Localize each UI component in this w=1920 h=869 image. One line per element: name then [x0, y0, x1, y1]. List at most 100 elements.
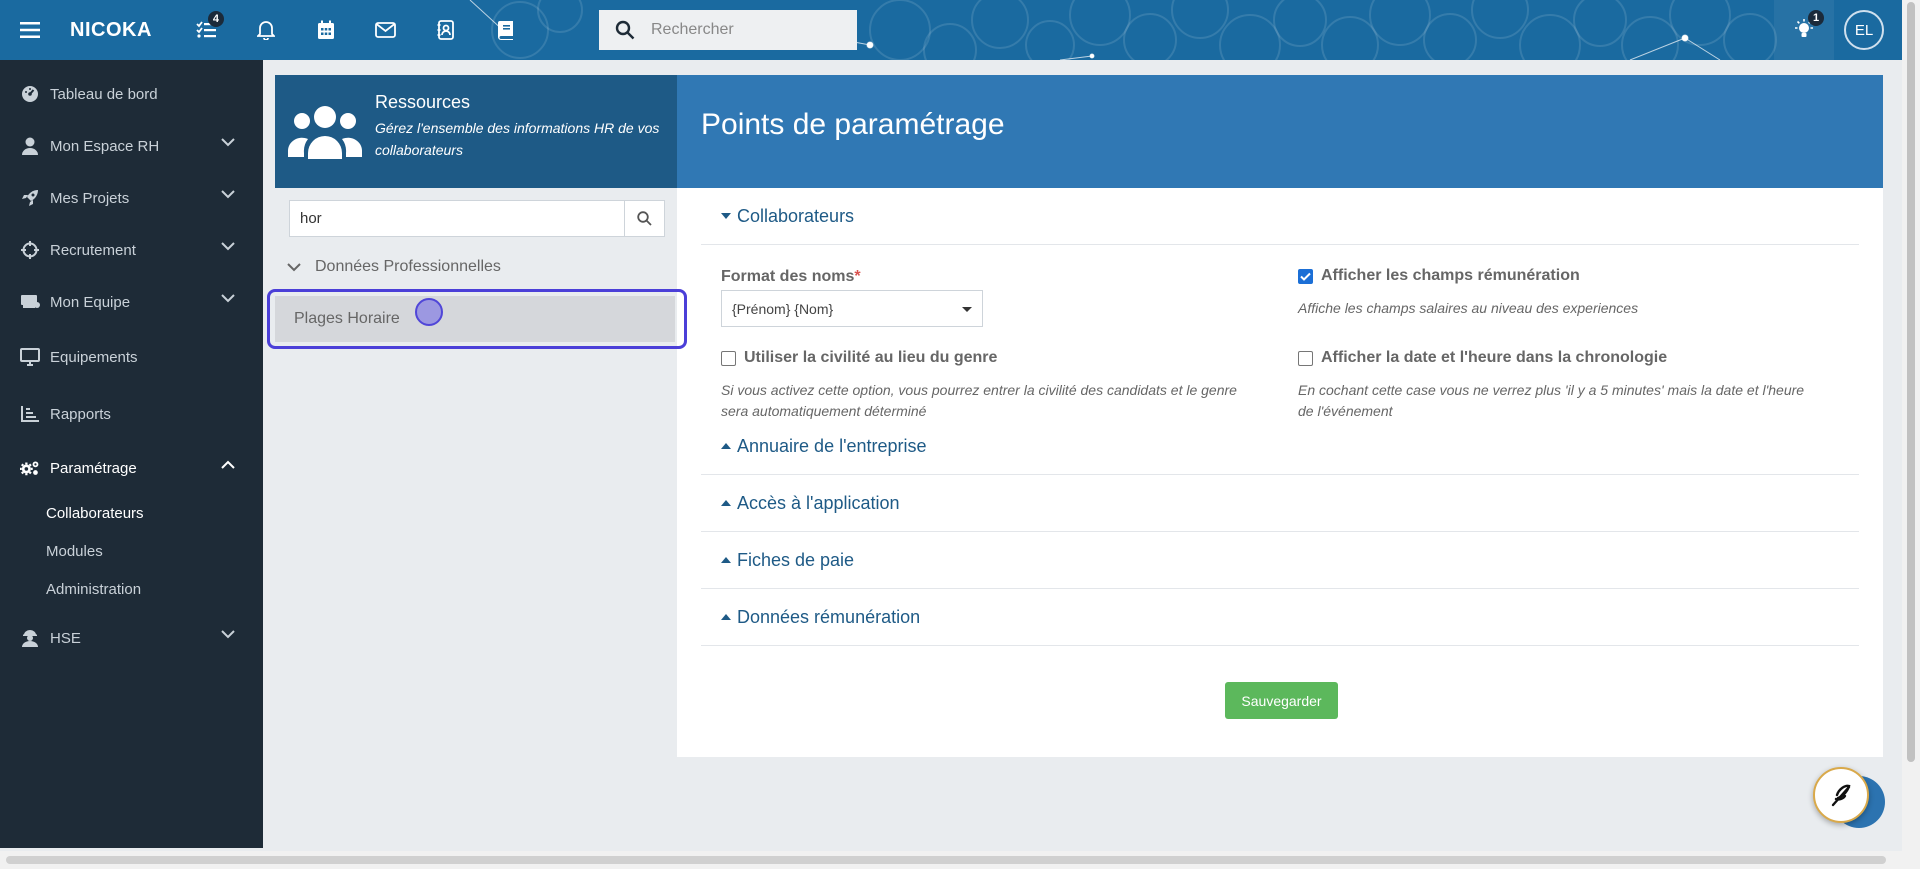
global-search[interactable] — [599, 10, 857, 50]
sidebar-subitem-administration[interactable]: Administration — [0, 570, 263, 608]
global-search-input[interactable] — [651, 21, 831, 39]
caret-up-icon — [721, 557, 731, 563]
page-header: Points de paramétrage — [677, 75, 1883, 188]
sidebar-item-mon-espace-rh[interactable]: Mon Espace RH — [0, 120, 263, 172]
section-collaborateurs[interactable]: Collaborateurs — [701, 188, 1859, 245]
save-button[interactable]: Sauvegarder — [1225, 682, 1338, 719]
chart-icon — [21, 406, 39, 422]
chevron-down-icon — [221, 294, 235, 303]
sidebar-item-label: HSE — [50, 629, 81, 647]
user-avatar[interactable]: EL — [1844, 10, 1884, 50]
caret-down-icon — [721, 213, 731, 219]
civilite-help: Si vous activez cette option, vous pourr… — [721, 382, 1237, 419]
caret-up-icon — [721, 500, 731, 506]
team-icon — [21, 295, 40, 308]
remuneration-checkbox[interactable] — [1298, 268, 1313, 284]
calendar-icon — [317, 20, 334, 39]
sidebar-item-mon-equipe[interactable]: Mon Equipe — [0, 276, 263, 328]
settings-panel: Collaborateurs Format des noms* {Prénom}… — [677, 188, 1883, 757]
top-bar: NICOKA 4 1 EL — [0, 0, 1902, 60]
tips-button[interactable]: 1 — [1774, 0, 1834, 60]
section-acces[interactable]: Accès à l'application — [701, 475, 1859, 532]
sidebar-subitem-modules[interactable]: Modules — [0, 532, 263, 570]
tips-badge: 1 — [1808, 10, 1824, 26]
section-donnees-remuneration[interactable]: Données rémunération — [701, 589, 1859, 646]
sidebar-item-tableau-de-bord[interactable]: Tableau de bord — [0, 68, 263, 120]
hamburger-icon — [20, 22, 40, 38]
user-icon — [22, 137, 38, 155]
notifications-button[interactable] — [236, 0, 296, 60]
envelope-icon — [375, 22, 397, 38]
sidebar-item-label: Tableau de bord — [50, 85, 158, 103]
vertical-scrollbar[interactable] — [1902, 0, 1920, 869]
calendar-button[interactable] — [296, 0, 356, 60]
section-label: Fiches de paie — [737, 549, 855, 570]
chevron-up-icon — [221, 460, 235, 469]
horizontal-scrollbar[interactable] — [0, 851, 1902, 869]
cogs-icon — [20, 461, 39, 476]
section-annuaire[interactable]: Annuaire de l'entreprise — [701, 418, 1859, 475]
format-label: Format des noms* — [721, 268, 861, 286]
highlight-outline — [267, 289, 687, 349]
tasks-button[interactable]: 4 — [176, 0, 236, 60]
caret-up-icon — [721, 443, 731, 449]
caret-down-icon — [962, 307, 972, 312]
caret-up-icon — [721, 614, 731, 620]
search-icon — [637, 211, 652, 226]
horizontal-scroll-thumb[interactable] — [6, 856, 1886, 864]
address-book-icon — [437, 20, 454, 40]
checkmark-icon — [1300, 272, 1311, 281]
chevron-down-icon — [221, 242, 235, 251]
chevron-down-icon — [221, 190, 235, 199]
date-option[interactable]: Afficher la date et l'heure dans la chro… — [1298, 349, 1667, 367]
sidebar-item-mes-projets[interactable]: Mes Projets — [0, 172, 263, 224]
sidebar-item-label: Mon Espace RH — [50, 137, 160, 155]
section-label: Données rémunération — [737, 606, 921, 627]
remuneration-label: Afficher les champs rémunération — [1321, 267, 1580, 284]
format-select-value: {Prénom} {Nom} — [732, 300, 834, 317]
resources-title: Ressources — [375, 92, 471, 112]
settings-search-button[interactable] — [624, 201, 664, 236]
format-select[interactable]: {Prénom} {Nom} — [721, 290, 983, 327]
crosshair-icon — [21, 241, 39, 259]
book-icon — [497, 21, 513, 40]
content-card: Ressources Gérez l'ensemble des informat… — [275, 75, 1883, 757]
bell-icon — [256, 21, 275, 40]
required-mark: * — [854, 268, 861, 285]
sidebar-item-label: Paramétrage — [50, 459, 137, 477]
menu-toggle-button[interactable] — [0, 0, 60, 60]
chevron-down-icon — [221, 630, 235, 639]
dashboard-icon — [22, 86, 38, 102]
worker-icon — [22, 630, 38, 647]
settings-search-input[interactable] — [290, 201, 624, 236]
book-button[interactable] — [476, 0, 536, 60]
tree-group-label: Données Professionnelles — [315, 258, 501, 275]
chevron-down-icon — [221, 138, 235, 147]
sidebar-item-rapports[interactable]: Rapports — [0, 386, 263, 442]
search-icon — [615, 20, 635, 40]
tasks-badge: 4 — [207, 11, 224, 27]
sidebar-item-label: Mon Equipe — [50, 293, 131, 311]
remuneration-option[interactable]: Afficher les champs rémunération — [1298, 267, 1580, 285]
civilite-option[interactable]: Utiliser la civilité au lieu du genre — [721, 349, 997, 367]
vertical-scroll-thumb[interactable] — [1907, 2, 1915, 762]
tree-group-donnees-professionnelles[interactable]: Données Professionnelles — [275, 250, 677, 284]
assistant-fab-button[interactable] — [1813, 767, 1869, 823]
sidebar-subitem-collaborateurs[interactable]: Collaborateurs — [0, 494, 263, 532]
date-checkbox[interactable] — [1298, 350, 1313, 366]
users-icon — [288, 105, 362, 159]
sidebar-item-hse[interactable]: HSE — [0, 612, 263, 664]
section-fiches-de-paie[interactable]: Fiches de paie — [701, 532, 1859, 589]
resources-header: Ressources Gérez l'ensemble des informat… — [275, 75, 677, 188]
section-label: Accès à l'application — [737, 492, 900, 513]
sidebar-item-recrutement[interactable]: Recrutement — [0, 224, 263, 276]
sidebar-item-parametrage[interactable]: Paramétrage — [0, 442, 263, 494]
civilite-checkbox[interactable] — [721, 350, 736, 366]
click-indicator — [415, 298, 443, 326]
date-label: Afficher la date et l'heure dans la chro… — [1321, 349, 1668, 366]
rocket-icon — [22, 190, 38, 206]
mail-button[interactable] — [356, 0, 416, 60]
contacts-button[interactable] — [416, 0, 476, 60]
sidebar-item-equipements[interactable]: Equipements — [0, 328, 263, 386]
brand-logo[interactable]: NICOKA — [70, 19, 152, 42]
